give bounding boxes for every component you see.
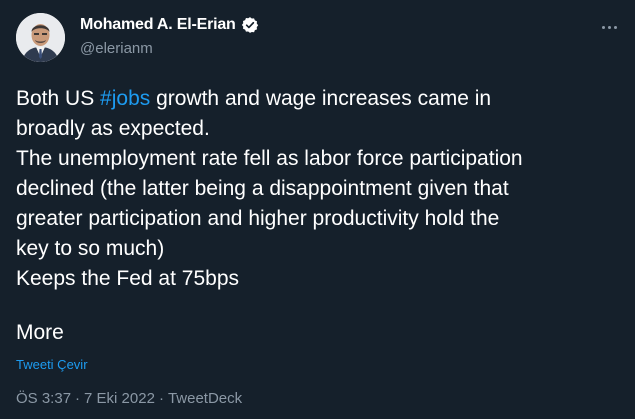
tweet-date[interactable]: 7 Eki 2022 xyxy=(84,390,155,407)
tweet-text-segment: Both US xyxy=(16,87,101,110)
tweet-line: declined (the latter being a disappointm… xyxy=(16,177,509,200)
translate-tweet-link[interactable]: Tweeti Çevir xyxy=(16,357,88,372)
show-more-link[interactable]: More xyxy=(16,321,64,345)
tweet-line: Keeps the Fed at 75bps xyxy=(16,267,239,290)
tweet-source[interactable]: TweetDeck xyxy=(168,390,242,407)
hashtag-link[interactable]: #jobs xyxy=(100,87,150,110)
tweet-line: Both US #jobs growth and wage increases … xyxy=(16,84,621,114)
tweet-line: greater participation and higher product… xyxy=(16,207,500,230)
author-handle[interactable]: @elerianm xyxy=(80,40,153,57)
more-options-icon[interactable] xyxy=(597,18,621,36)
author-photo xyxy=(16,13,65,62)
author-display-name[interactable]: Mohamed A. El-Erian xyxy=(80,16,236,34)
tweet-line: key to so much) xyxy=(16,237,165,260)
tweet-text-segment: growth and wage increases came in xyxy=(150,87,492,110)
meta-separator: · xyxy=(158,390,164,407)
tweet-time[interactable]: ÖS 3:37 xyxy=(16,390,71,407)
verified-badge-icon xyxy=(241,16,259,34)
tweet-card: Mohamed A. El-Erian @elerianm Both US #j… xyxy=(0,0,635,419)
tweet-meta: ÖS 3:37 · 7 Eki 2022 · TweetDeck xyxy=(16,390,242,407)
avatar[interactable] xyxy=(16,13,65,62)
tweet-line: broadly as expected. xyxy=(16,117,210,140)
meta-separator: · xyxy=(75,390,81,407)
author-name-row[interactable]: Mohamed A. El-Erian xyxy=(80,16,259,34)
tweet-text: Both US #jobs growth and wage increases … xyxy=(16,84,621,294)
tweet-line: The unemployment rate fell as labor forc… xyxy=(16,147,523,170)
